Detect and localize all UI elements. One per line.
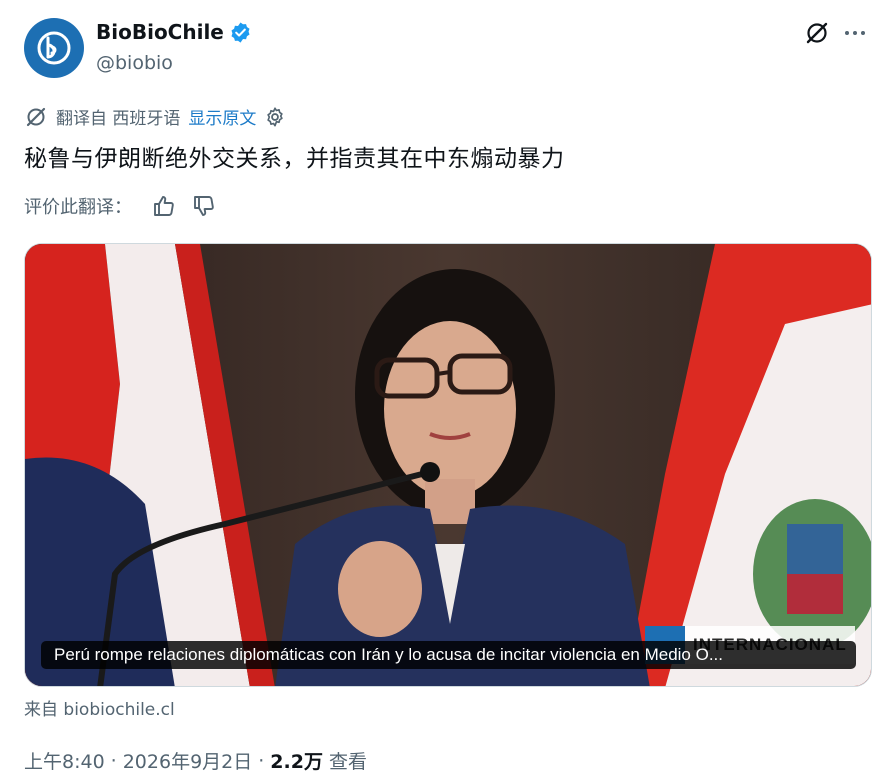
author-handle[interactable]: @biobio bbox=[96, 52, 173, 74]
rate-translation-label: 评价此翻译： bbox=[24, 197, 132, 218]
author-name-row: BioBioChile bbox=[96, 20, 252, 44]
grok-icon[interactable] bbox=[804, 20, 830, 46]
meta-separator: · bbox=[110, 749, 117, 772]
biobio-logo-icon bbox=[37, 31, 71, 65]
avatar[interactable] bbox=[24, 18, 84, 78]
meta-separator: · bbox=[258, 749, 265, 772]
verified-badge-icon[interactable] bbox=[229, 21, 252, 44]
author-display-name[interactable]: BioBioChile bbox=[96, 20, 224, 44]
source-from-label: 来自 bbox=[24, 700, 58, 720]
source-domain[interactable]: biobiochile.cl bbox=[63, 700, 174, 720]
media-image[interactable]: INTERNACIONAL Perú rompe relaciones dipl… bbox=[24, 243, 872, 687]
thumbs-up-icon[interactable] bbox=[152, 194, 176, 218]
post-time[interactable]: 上午8:40 bbox=[24, 747, 105, 774]
translated-from-label: 翻译自 西班牙语 bbox=[56, 109, 181, 129]
tweet-meta: 上午8:40 · 2026年9月2日 · 2.2万 查看 bbox=[24, 747, 367, 774]
grok-translate-icon bbox=[26, 107, 46, 126]
link-source[interactable]: 来自 biobiochile.cl bbox=[24, 695, 175, 720]
show-original-link[interactable]: 显示原文 bbox=[188, 104, 256, 129]
views-count: 2.2万 bbox=[270, 751, 323, 773]
views-label: 查看 bbox=[328, 751, 367, 773]
press-conference-photo bbox=[25, 244, 871, 686]
media-caption: Perú rompe relaciones diplomáticas con I… bbox=[41, 641, 856, 669]
translation-notice: 翻译自 西班牙语 显示原文 bbox=[24, 104, 286, 129]
tweet-header: BioBioChile @biobio bbox=[24, 16, 872, 80]
gear-icon[interactable] bbox=[264, 106, 286, 128]
post-date[interactable]: 2026年9月2日 bbox=[123, 747, 253, 774]
more-options-icon[interactable] bbox=[842, 20, 868, 46]
thumbs-down-icon[interactable] bbox=[192, 194, 216, 218]
rate-translation-row: 评价此翻译： bbox=[24, 193, 232, 219]
tweet-text: 秘鲁与伊朗断绝外交关系，并指责其在中东煽动暴力 bbox=[24, 146, 565, 172]
